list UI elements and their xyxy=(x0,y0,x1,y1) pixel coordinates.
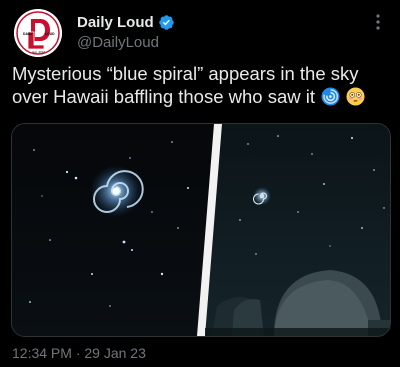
more-options-button[interactable] xyxy=(368,10,388,34)
tweet-media-image[interactable] xyxy=(11,123,391,337)
avatar-text-right: LOUD xyxy=(45,32,55,36)
avatar-text-bottom: Est. 2016 xyxy=(33,50,46,54)
night-sky-spiral-photo xyxy=(12,124,390,336)
tweet-text: Mysterious “blue spiral” appears in the … xyxy=(12,62,392,108)
account-name-row[interactable]: Daily Loud xyxy=(77,12,175,32)
avatar-text-left: DAILY xyxy=(23,32,34,36)
display-name[interactable]: Daily Loud xyxy=(77,14,154,31)
tweet-text-content: Mysterious “blue spiral” appears in the … xyxy=(12,63,359,107)
verified-badge-icon xyxy=(158,14,174,30)
avatar[interactable]: DAILY LOUD Est. 2016 xyxy=(14,9,62,57)
flushed-face-emoji-icon xyxy=(346,87,365,106)
account-handle[interactable]: @DailyLoud xyxy=(77,34,159,51)
more-vertical-icon xyxy=(376,14,380,30)
tweet-timestamp[interactable]: 12:34 PM · 29 Jan 23 xyxy=(12,345,146,361)
tweet-card[interactable]: DAILY LOUD Est. 2016 Daily Loud @DailyLo… xyxy=(0,0,400,367)
daily-loud-logo-icon: DAILY LOUD Est. 2016 xyxy=(14,9,62,57)
cyclone-emoji-icon xyxy=(321,87,340,106)
